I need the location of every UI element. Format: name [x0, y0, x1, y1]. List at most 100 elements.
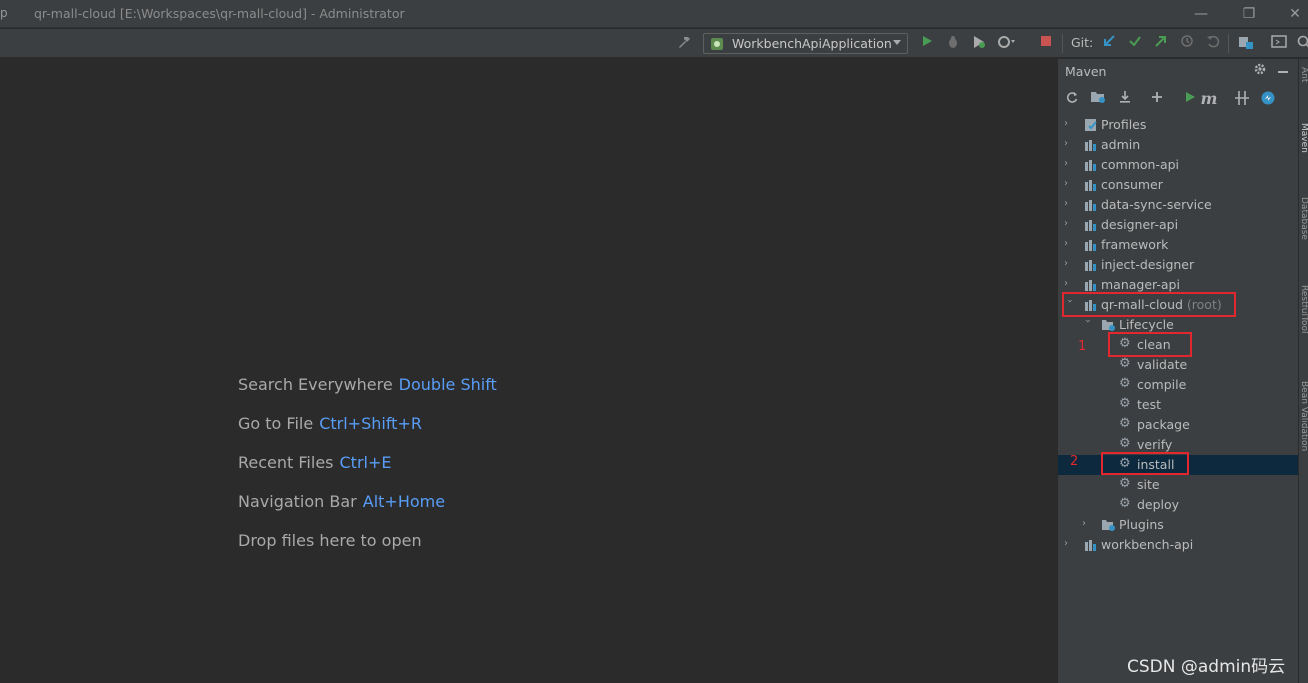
run-maven-build-icon[interactable]	[1181, 90, 1199, 108]
chevron-right-icon[interactable]: ›	[1064, 139, 1074, 149]
debug-icon[interactable]	[944, 34, 962, 52]
side-tab-restfultool[interactable]: RestfulTool	[1299, 285, 1308, 357]
side-tab-database[interactable]: Database	[1299, 197, 1308, 262]
project-structure-icon[interactable]	[1237, 34, 1255, 52]
side-tab-ant[interactable]: Ant	[1299, 67, 1308, 107]
maven-tool-window: Maven m › Profiles › admin › common-api …	[1057, 59, 1299, 683]
search-icon[interactable]	[1295, 34, 1308, 52]
restore-button[interactable]: ❐	[1234, 4, 1264, 24]
toolbar-separator	[1228, 34, 1229, 53]
hint-shortcut[interactable]: Alt+Home	[363, 492, 445, 511]
tree-item-plugins[interactable]: › Plugins	[1058, 515, 1299, 535]
lifecycle-phase[interactable]: ⚙ compile	[1058, 375, 1299, 395]
gear-icon: ⚙	[1119, 376, 1131, 391]
chevron-down-icon[interactable]: ›	[1082, 319, 1093, 329]
tree-item-module[interactable]: › workbench-api	[1058, 535, 1299, 555]
highlight-root-box	[1062, 292, 1236, 317]
chevron-right-icon[interactable]: ›	[1064, 119, 1074, 129]
run-configuration-selector[interactable]: WorkbenchApiApplication	[703, 33, 908, 54]
git-history-icon[interactable]	[1178, 34, 1196, 52]
side-tab-bean-validation[interactable]: Bean Validation	[1299, 381, 1308, 481]
phase-label: compile	[1137, 377, 1187, 392]
generate-sources-icon[interactable]	[1089, 90, 1107, 108]
chevron-right-icon[interactable]: ›	[1064, 279, 1074, 289]
tree-item-label: Profiles	[1101, 117, 1147, 132]
profiles-icon	[1084, 118, 1097, 132]
side-tab-maven[interactable]: Maven	[1299, 123, 1308, 178]
hint-search-everywhere: Search Everywhere Double Shift	[238, 375, 497, 394]
toolbar-separator	[1062, 34, 1063, 53]
hint-navigation-bar: Navigation Bar Alt+Home	[238, 492, 445, 511]
lifecycle-phase[interactable]: ⚙ package	[1058, 415, 1299, 435]
tree-item-module[interactable]: › inject-designer	[1058, 255, 1299, 275]
git-label: Git:	[1071, 35, 1094, 50]
minimize-button[interactable]: —	[1186, 4, 1216, 24]
reload-icon[interactable]	[1063, 90, 1081, 108]
execute-maven-goal-icon[interactable]: m	[1200, 90, 1218, 108]
phase-label: validate	[1137, 357, 1188, 372]
spring-boot-icon	[710, 37, 724, 51]
maven-module-icon	[1084, 218, 1097, 232]
gear-icon: ⚙	[1119, 496, 1131, 511]
run-with-coverage-icon[interactable]	[970, 34, 988, 52]
hint-label: Drop files here to open	[238, 531, 422, 550]
stop-icon[interactable]	[1037, 34, 1055, 52]
tree-item-module[interactable]: › designer-api	[1058, 215, 1299, 235]
phase-label: test	[1137, 397, 1162, 412]
tree-item-label: inject-designer	[1101, 257, 1195, 272]
hint-shortcut[interactable]: Ctrl+E	[340, 453, 392, 472]
download-icon[interactable]	[1116, 90, 1134, 108]
add-icon[interactable]	[1148, 90, 1166, 108]
chevron-right-icon[interactable]: ›	[1064, 219, 1074, 229]
maven-module-icon	[1084, 138, 1097, 152]
lifecycle-phase[interactable]: ⚙ site	[1058, 475, 1299, 495]
git-commit-icon[interactable]	[1126, 34, 1144, 52]
git-update-icon[interactable]	[1100, 34, 1118, 52]
editor-empty-area: Search Everywhere Double Shift Go to File…	[0, 59, 1057, 683]
tree-item-module[interactable]: › data-sync-service	[1058, 195, 1299, 215]
chevron-right-icon[interactable]: ›	[1064, 179, 1074, 189]
git-rollback-icon[interactable]	[1204, 34, 1222, 52]
chevron-right-icon[interactable]: ›	[1082, 519, 1092, 529]
maven-module-icon	[1084, 198, 1097, 212]
hint-drop-files: Drop files here to open	[238, 531, 422, 550]
tree-item-label: common-api	[1101, 157, 1180, 172]
hint-shortcut[interactable]: Double Shift	[399, 375, 497, 394]
tree-item-label: Plugins	[1119, 517, 1164, 532]
build-hammer-icon[interactable]	[675, 34, 693, 52]
maven-module-icon	[1084, 178, 1097, 192]
hint-shortcut[interactable]: Ctrl+Shift+R	[319, 414, 422, 433]
tree-item-module[interactable]: › common-api	[1058, 155, 1299, 175]
maven-toolbar: m	[1058, 86, 1299, 112]
tree-item-module[interactable]: › consumer	[1058, 175, 1299, 195]
tree-item-profiles[interactable]: › Profiles	[1058, 115, 1299, 135]
skip-tests-icon[interactable]	[1259, 90, 1277, 108]
tree-item-module[interactable]: › framework	[1058, 235, 1299, 255]
maven-module-icon	[1084, 238, 1097, 252]
phase-label: package	[1137, 417, 1190, 432]
title-bar: p qr-mall-cloud [E:\Workspaces\qr-mall-c…	[0, 0, 1308, 28]
chevron-right-icon[interactable]: ›	[1064, 159, 1074, 169]
presentation-mode-icon[interactable]	[1270, 34, 1288, 52]
chevron-right-icon[interactable]: ›	[1064, 239, 1074, 249]
gear-icon[interactable]	[1251, 62, 1269, 80]
app-menu-fragment[interactable]: p	[0, 6, 8, 20]
git-push-icon[interactable]	[1152, 34, 1170, 52]
chevron-right-icon[interactable]: ›	[1064, 539, 1074, 549]
tree-item-module[interactable]: › admin	[1058, 135, 1299, 155]
run-icon[interactable]	[918, 34, 936, 52]
hide-panel-icon[interactable]	[1274, 62, 1292, 80]
lifecycle-phase[interactable]: ⚙ test	[1058, 395, 1299, 415]
lifecycle-phase[interactable]: ⚙ validate	[1058, 355, 1299, 375]
profiler-icon[interactable]	[997, 34, 1015, 52]
gear-icon: ⚙	[1119, 416, 1131, 431]
toggle-offline-mode-icon[interactable]	[1233, 90, 1251, 108]
chevron-right-icon[interactable]: ›	[1064, 259, 1074, 269]
tree-item-label: designer-api	[1101, 217, 1179, 232]
phase-label: verify	[1137, 437, 1173, 452]
close-button[interactable]: ✕	[1280, 4, 1308, 24]
lifecycle-phase[interactable]: ⚙ deploy	[1058, 495, 1299, 515]
tree-item-label: data-sync-service	[1101, 197, 1212, 212]
chevron-right-icon[interactable]: ›	[1064, 199, 1074, 209]
hint-label: Recent Files	[238, 453, 334, 472]
